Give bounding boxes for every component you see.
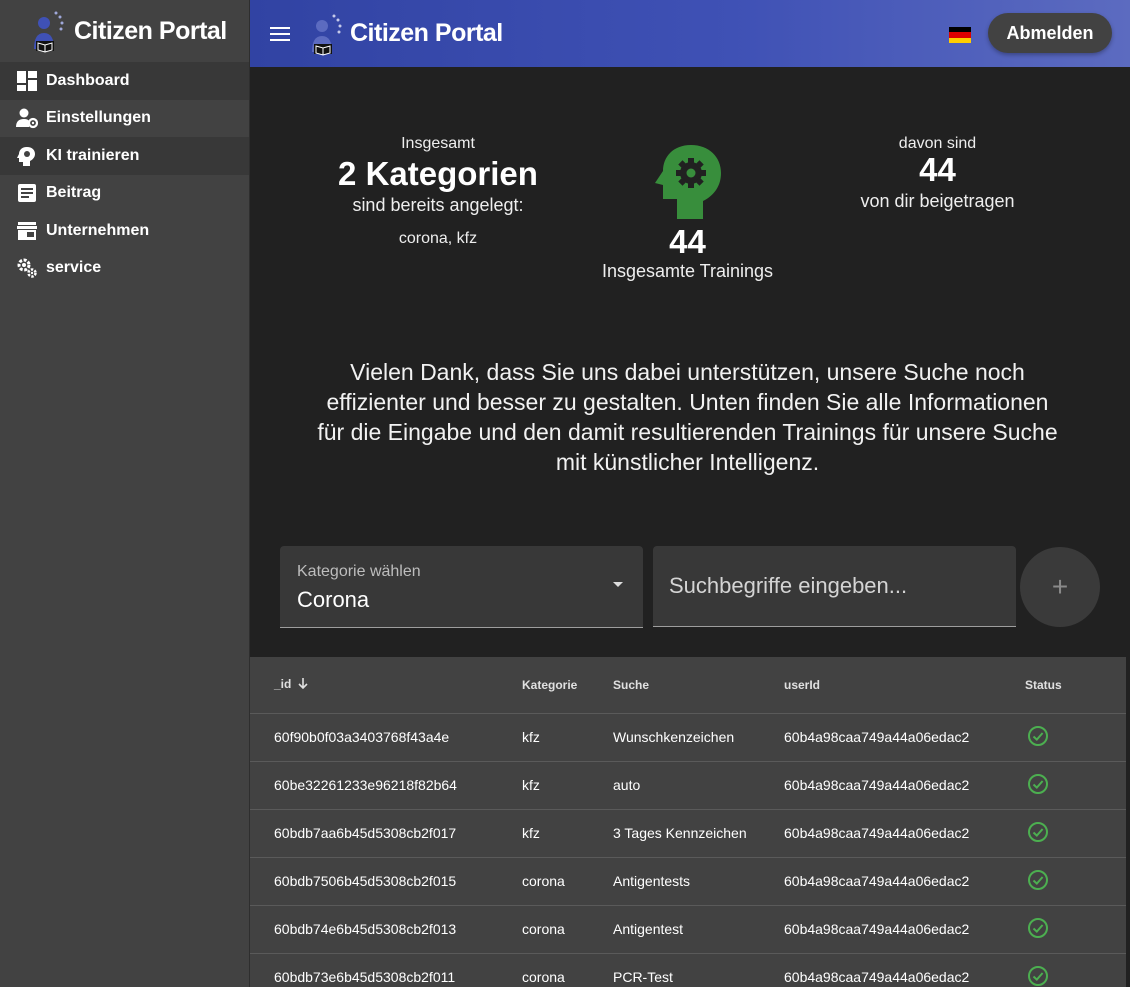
sidebar-item-beitrag[interactable]: Beitrag <box>0 175 249 213</box>
cell-suche: Antigentests <box>613 857 784 906</box>
category-count: 2 Kategorien <box>338 155 538 192</box>
column-header-userid[interactable]: userId <box>784 657 1025 714</box>
table-row[interactable]: 60bdb74e6b45d5308cb2f013 corona Antigentes… <box>250 905 1126 954</box>
store-icon <box>16 220 38 242</box>
table-row[interactable]: 60f90b0f03a3403768f43a4e kfz Wunschkenzeic… <box>250 713 1126 762</box>
article-icon <box>16 182 38 204</box>
table-row[interactable]: 60bdb73e6b45d5308cb2f011 corona PCR-Test 60… <box>250 953 1126 987</box>
cell-status <box>1025 953 1126 987</box>
table-row[interactable]: 60be32261233e96218f82b64 kfz auto 60b4a98ca… <box>250 761 1126 810</box>
cell-kategorie: kfz <box>522 761 613 810</box>
category-select[interactable]: Kategorie wählen Corona <box>280 546 643 628</box>
sidebar-item-service[interactable]: service <box>0 250 249 288</box>
search-terms-field[interactable] <box>653 546 1016 627</box>
cell-userid: 60b4a98caa749a44a06edac2 <box>784 857 1025 906</box>
check-circle-icon <box>1027 917 1049 942</box>
cell-id: 60be32261233e96218f82b64 <box>250 761 522 810</box>
sidebar-item-label: KI trainieren <box>46 146 140 164</box>
cell-id: 60bdb7aa6b45d5308cb2f017 <box>250 809 522 858</box>
gears-icon <box>16 257 38 279</box>
contribution-stats: davon sind 44 von dir beigetragen <box>840 135 1035 212</box>
sidebar-item-label: Dashboard <box>46 71 130 89</box>
check-circle-icon <box>1027 725 1049 750</box>
brain-icon <box>16 145 38 167</box>
cell-id: 60bdb7506b45d5308cb2f015 <box>250 857 522 906</box>
training-count: 44 <box>669 223 706 260</box>
cell-id: 60bdb73e6b45d5308cb2f011 <box>250 953 522 987</box>
citizen-portal-logo-icon <box>308 10 344 58</box>
cell-userid: 60b4a98caa749a44a06edac2 <box>784 953 1025 987</box>
arrow-down-icon <box>297 677 309 693</box>
table-row[interactable]: 60bdb7aa6b45d5308cb2f017 kfz 3 Tages Kennz… <box>250 809 1126 858</box>
check-circle-icon <box>1027 869 1049 894</box>
cell-id: 60bdb74e6b45d5308cb2f013 <box>250 905 522 954</box>
category-suffix: sind bereits angelegt: <box>352 195 524 215</box>
training-label: Insgesamte Trainings <box>601 261 774 281</box>
main-content: Insgesamt 2 Kategorien sind bereits ange… <box>250 67 1130 987</box>
cell-suche: Antigentest <box>613 905 784 954</box>
top-app-bar: Citizen Portal Abmelden <box>250 0 1130 67</box>
sidebar-item-label: Einstellungen <box>46 109 151 127</box>
cell-status <box>1025 905 1126 954</box>
cell-userid: 60b4a98caa749a44a06edac2 <box>784 713 1025 762</box>
cell-id: 60f90b0f03a3403768f43a4e <box>250 713 522 762</box>
sidebar-item-unternehmen[interactable]: Unternehmen <box>0 212 249 250</box>
sidebar-item-dashboard[interactable]: Dashboard <box>0 62 249 100</box>
cell-status <box>1025 857 1126 906</box>
de-flag-icon[interactable] <box>949 27 971 43</box>
column-header-status[interactable]: Status <box>1025 657 1126 714</box>
cell-kategorie: corona <box>522 905 613 954</box>
sidebar-item-label: Beitrag <box>46 184 102 202</box>
cell-status <box>1025 713 1126 762</box>
cell-suche: Wunschkenzeichen <box>613 713 784 762</box>
cell-kategorie: corona <box>522 857 613 906</box>
check-circle-icon <box>1027 773 1049 798</box>
column-header-suche[interactable]: Suche <box>613 657 784 714</box>
check-circle-icon <box>1027 821 1049 846</box>
chevron-down-icon <box>613 582 623 587</box>
cell-userid: 60b4a98caa749a44a06edac2 <box>784 905 1025 954</box>
thanks-message: Vielen Dank, dass Sie uns dabei unterstü… <box>317 359 1058 475</box>
user-settings-icon <box>16 107 38 129</box>
cell-kategorie: corona <box>522 953 613 987</box>
add-button[interactable]: + <box>1020 547 1100 627</box>
cell-suche: 3 Tages Kennzeichen <box>613 809 784 858</box>
menu-icon[interactable] <box>270 22 294 46</box>
category-stats: Insgesamt 2 Kategorien sind bereits ange… <box>320 135 556 248</box>
cell-status <box>1025 809 1126 858</box>
app-title: Citizen Portal <box>350 19 503 47</box>
column-header-kategorie[interactable]: Kategorie <box>522 657 613 714</box>
search-terms-input[interactable] <box>653 546 1016 626</box>
cell-suche: auto <box>613 761 784 810</box>
sidebar: Citizen Portal Dashboard Einstellungen K… <box>0 0 250 987</box>
training-table: _id Kategorie Suche userId Status 60f90b… <box>250 657 1126 987</box>
table-header-row: _id Kategorie Suche userId Status <box>250 657 1126 714</box>
category-intro: Insgesamt <box>401 135 475 152</box>
category-select-value: Corona <box>297 587 370 612</box>
column-header-id[interactable]: _id <box>250 657 522 714</box>
brand-name: Citizen Portal <box>74 16 227 45</box>
category-list: corona, kfz <box>398 230 478 247</box>
brain-gear-icon <box>653 143 723 221</box>
cell-status <box>1025 761 1126 810</box>
citizen-portal-logo-icon <box>30 7 66 55</box>
check-circle-icon <box>1027 965 1049 987</box>
sidebar-brand[interactable]: Citizen Portal <box>0 0 249 62</box>
sidebar-item-einstellungen[interactable]: Einstellungen <box>0 100 249 138</box>
cell-suche: PCR-Test <box>613 953 784 987</box>
contribution-suffix: von dir beigetragen <box>860 191 1015 211</box>
logout-button[interactable]: Abmelden <box>988 13 1112 53</box>
category-select-label: Kategorie wählen <box>297 563 421 580</box>
cell-kategorie: kfz <box>522 713 613 762</box>
contribution-count: 44 <box>919 151 956 188</box>
cell-userid: 60b4a98caa749a44a06edac2 <box>784 809 1025 858</box>
cell-userid: 60b4a98caa749a44a06edac2 <box>784 761 1025 810</box>
sidebar-item-label: service <box>46 259 102 277</box>
dashboard-icon <box>16 70 38 92</box>
table-row[interactable]: 60bdb7506b45d5308cb2f015 corona Antigentes… <box>250 857 1126 906</box>
sidebar-item-label: Unternehmen <box>46 221 150 239</box>
training-stats: 44 Insgesamte Trainings <box>580 143 795 282</box>
cell-kategorie: kfz <box>522 809 613 858</box>
sidebar-item-ki-trainieren[interactable]: KI trainieren <box>0 137 249 175</box>
